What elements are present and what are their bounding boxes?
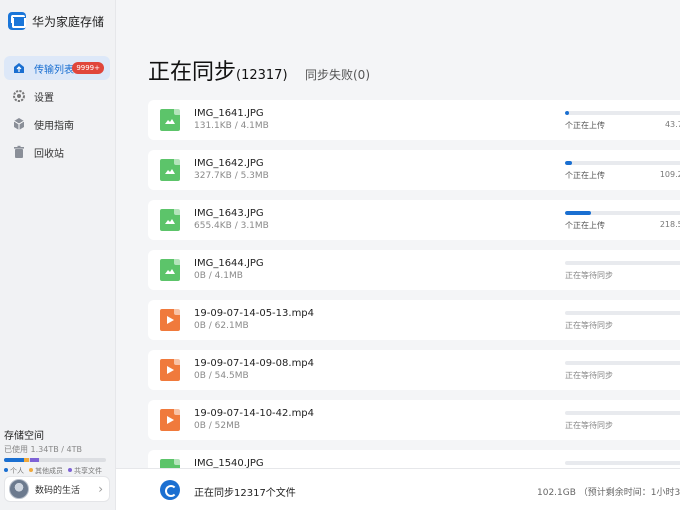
storage-usage-bar — [4, 458, 106, 462]
account-name: 数码的生活 — [35, 485, 81, 496]
file-size: 0B / 52MB — [194, 421, 241, 431]
file-size: 655.4KB / 3.1MB — [194, 221, 269, 231]
upload-progress-bar — [565, 311, 680, 315]
legend-shared: 共享文件 — [68, 466, 102, 476]
tab-syncing[interactable]: 正在同步 (12317) — [148, 54, 288, 86]
file-name: 19-09-07-14-09-08.mp4 — [194, 358, 315, 369]
file-row[interactable]: IMG_1642.JPG 327.7KB / 5.3MB 个正在上传 109.2K — [148, 150, 680, 190]
file-row[interactable]: 19-09-07-14-10-42.mp4 0B / 52MB 正在等待同步 — [148, 400, 680, 440]
app-title: 华为家庭存储 — [32, 14, 105, 29]
avatar — [9, 479, 29, 499]
sidebar-item-label: 传输列表 — [34, 64, 74, 76]
upload-progress-bar — [565, 461, 680, 465]
guide-cube-icon — [12, 117, 26, 131]
upload-progress-bar — [565, 411, 680, 415]
storage-title: 存储空间 — [4, 431, 44, 442]
sidebar-item-guide[interactable]: 使用指南 — [4, 112, 110, 136]
storage-panel: 存储空间 已使用 1.34TB / 4TB 个人 其他成员 共享文件 — [4, 427, 112, 476]
image-file-icon — [160, 109, 180, 131]
upload-progress-bar — [565, 211, 680, 215]
storage-segment-shared — [29, 458, 39, 462]
remaining-size-time: 102.1GB （预计剩余时间：1小时35分 — [537, 488, 680, 498]
sync-status: 个正在上传 — [565, 221, 605, 230]
upload-progress-fill — [565, 161, 573, 165]
sync-status: 正在等待同步 — [565, 371, 613, 380]
chevron-right-icon: › — [98, 482, 103, 496]
sync-status: 正在等待同步 — [565, 271, 613, 280]
account-button[interactable]: 数码的生活 › — [4, 476, 110, 502]
sync-status: 正在等待同步 — [565, 421, 613, 430]
home-storage-logo-icon — [8, 12, 26, 30]
sidebar-item-label: 设置 — [34, 92, 54, 104]
sidebar-item-settings[interactable]: 设置 — [4, 84, 110, 108]
sidebar: 华为家庭存储 传输列表 9999+ 设置 使用指南 回收站 存储空间 已使用 1… — [0, 0, 116, 510]
sync-status: 个正在上传 — [565, 171, 605, 180]
file-row[interactable]: IMG_1641.JPG 131.1KB / 4.1MB 个正在上传 43.7K — [148, 100, 680, 140]
status-footer: 正在同步12317个文件 102.1GB （预计剩余时间：1小时35分 — [116, 468, 680, 510]
brand: 华为家庭存储 — [8, 12, 104, 30]
sidebar-item-transfer-list[interactable]: 传输列表 9999+ — [4, 56, 110, 80]
image-file-icon — [160, 159, 180, 181]
sync-status-text: 正在同步12317个文件 — [194, 488, 296, 499]
upload-progress-bar — [565, 111, 680, 115]
file-name: IMG_1642.JPG — [194, 158, 264, 169]
image-file-icon — [160, 209, 180, 231]
tab-sync-failed[interactable]: 同步失败(0) — [305, 66, 370, 83]
file-size: 0B / 54.5MB — [194, 371, 249, 381]
video-file-icon — [160, 359, 180, 381]
file-size: 0B / 4.1MB — [194, 271, 243, 281]
image-file-icon — [160, 259, 180, 281]
upload-progress-fill — [565, 111, 569, 115]
sync-count: (12317) — [236, 68, 288, 83]
upload-progress-fill — [565, 211, 591, 215]
file-row[interactable]: IMG_1644.JPG 0B / 4.1MB 正在等待同步 — [148, 250, 680, 290]
upload-progress-bar — [565, 161, 680, 165]
storage-segment-personal — [4, 458, 25, 462]
gear-icon — [12, 89, 26, 103]
sync-icon[interactable] — [160, 480, 180, 500]
page-title: 正在同步 — [148, 60, 237, 85]
trash-icon — [12, 145, 26, 159]
upload-progress-bar — [565, 361, 680, 365]
upload-speed: 109.2K — [659, 170, 680, 179]
upload-speed: 43.7K — [664, 120, 680, 129]
transfer-icon — [12, 61, 26, 75]
video-file-icon — [160, 309, 180, 331]
legend-other-members: 其他成员 — [29, 466, 63, 476]
file-name: IMG_1643.JPG — [194, 208, 264, 219]
file-name: 19-09-07-14-10-42.mp4 — [194, 408, 315, 419]
file-name: IMG_1641.JPG — [194, 108, 264, 119]
storage-used: 已使用 1.34TB / 4TB — [4, 445, 82, 454]
file-row[interactable]: 19-09-07-14-05-13.mp4 0B / 62.1MB 正在等待同步 — [148, 300, 680, 340]
sidebar-item-label: 回收站 — [34, 148, 64, 160]
file-size: 131.1KB / 4.1MB — [194, 121, 269, 131]
file-size: 0B / 62.1MB — [194, 321, 249, 331]
storage-legend: 个人 其他成员 共享文件 — [4, 466, 112, 476]
upload-speed: 218.5K — [659, 220, 680, 229]
file-row[interactable]: IMG_1643.JPG 655.4KB / 3.1MB 个正在上传 218.5K — [148, 200, 680, 240]
main-content: 正在同步 (12317) 同步失败(0) IMG_1641.JPG 131.1KB… — [116, 0, 680, 510]
sidebar-item-recycle-bin[interactable]: 回收站 — [4, 140, 110, 164]
file-name: 19-09-07-14-05-13.mp4 — [194, 308, 315, 319]
sync-status: 正在等待同步 — [565, 321, 613, 330]
file-size: 327.7KB / 5.3MB — [194, 171, 269, 181]
legend-personal: 个人 — [4, 466, 24, 476]
video-file-icon — [160, 409, 180, 431]
file-row[interactable]: 19-09-07-14-09-08.mp4 0B / 54.5MB 正在等待同步 — [148, 350, 680, 390]
sync-status: 个正在上传 — [565, 121, 605, 130]
transfer-count-badge: 9999+ — [72, 62, 104, 74]
sidebar-item-label: 使用指南 — [34, 120, 74, 132]
upload-progress-bar — [565, 261, 680, 265]
file-name: IMG_1644.JPG — [194, 258, 264, 269]
